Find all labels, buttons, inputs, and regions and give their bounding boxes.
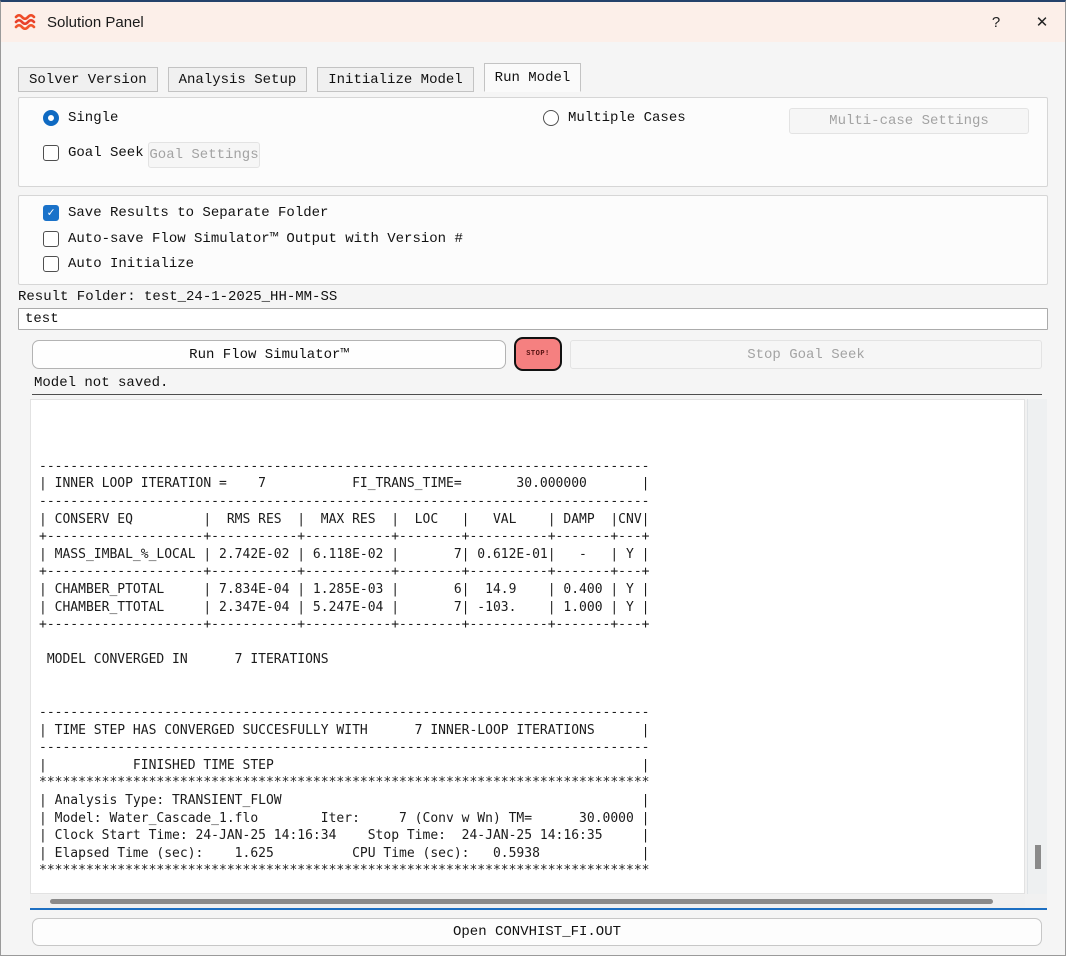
single-radio[interactable] xyxy=(43,110,59,126)
model-status-text: Model not saved. xyxy=(32,375,1042,395)
auto-initialize-row[interactable]: Auto Initialize xyxy=(43,256,194,272)
autosave-label: Auto-save Flow Simulator™ Output with Ve… xyxy=(68,231,463,247)
options-group: Save Results to Separate Folder Auto-sav… xyxy=(18,195,1048,285)
multi-case-settings-button[interactable]: Multi-case Settings xyxy=(789,108,1029,134)
tab-run-model[interactable]: Run Model xyxy=(484,63,582,92)
stop-goal-seek-button[interactable]: Stop Goal Seek xyxy=(570,340,1042,369)
window-title: Solution Panel xyxy=(47,14,973,31)
save-results-label: Save Results to Separate Folder xyxy=(68,205,328,221)
result-folder-input[interactable] xyxy=(18,308,1048,330)
tab-bar: Solver Version Analysis Setup Initialize… xyxy=(18,63,581,92)
auto-initialize-label: Auto Initialize xyxy=(68,256,194,272)
vertical-scrollbar-thumb[interactable] xyxy=(1035,845,1041,869)
result-folder-label: Result Folder: test_24-1-2025_HH-MM-SS xyxy=(18,289,337,305)
multiple-cases-radio-row[interactable]: Multiple Cases xyxy=(543,110,686,126)
single-radio-label: Single xyxy=(68,110,118,126)
horizontal-scrollbar-thumb[interactable] xyxy=(50,899,993,904)
titlebar: Solution Panel ? ✕ xyxy=(1,2,1065,42)
goal-seek-checkbox-row[interactable]: Goal Seek xyxy=(43,145,144,161)
save-results-row[interactable]: Save Results to Separate Folder xyxy=(43,205,328,221)
multiple-cases-radio[interactable] xyxy=(543,110,559,126)
horizontal-scrollbar[interactable] xyxy=(30,895,1025,908)
flow-waves-logo-icon xyxy=(13,10,37,34)
goal-settings-button[interactable]: Goal Settings xyxy=(148,142,260,168)
open-convhist-button[interactable]: Open CONVHIST_FI.OUT xyxy=(32,918,1042,946)
run-flow-simulator-button[interactable]: Run Flow Simulator™ xyxy=(32,340,506,369)
single-radio-row[interactable]: Single xyxy=(43,110,118,126)
tab-initialize-model[interactable]: Initialize Model xyxy=(317,67,473,92)
stop-button[interactable]: STOP! xyxy=(514,337,562,371)
solver-console: ----------------------------------------… xyxy=(30,399,1047,910)
case-selection-group: Single Multiple Cases Multi-case Setting… xyxy=(18,97,1048,187)
close-icon[interactable]: ✕ xyxy=(1019,2,1065,42)
goal-seek-checkbox[interactable] xyxy=(43,145,59,161)
save-results-checkbox[interactable] xyxy=(43,205,59,221)
autosave-checkbox[interactable] xyxy=(43,231,59,247)
auto-initialize-checkbox[interactable] xyxy=(43,256,59,272)
tab-solver-version[interactable]: Solver Version xyxy=(18,67,158,92)
vertical-scrollbar[interactable] xyxy=(1027,399,1047,894)
solver-console-output[interactable]: ----------------------------------------… xyxy=(30,399,1025,894)
solution-panel-window: Solution Panel ? ✕ Solver Version Analys… xyxy=(0,0,1066,956)
autosave-row[interactable]: Auto-save Flow Simulator™ Output with Ve… xyxy=(43,231,463,247)
tab-analysis-setup[interactable]: Analysis Setup xyxy=(168,67,308,92)
multiple-cases-radio-label: Multiple Cases xyxy=(568,110,686,126)
goal-seek-label: Goal Seek xyxy=(68,145,144,161)
help-button[interactable]: ? xyxy=(973,2,1019,42)
